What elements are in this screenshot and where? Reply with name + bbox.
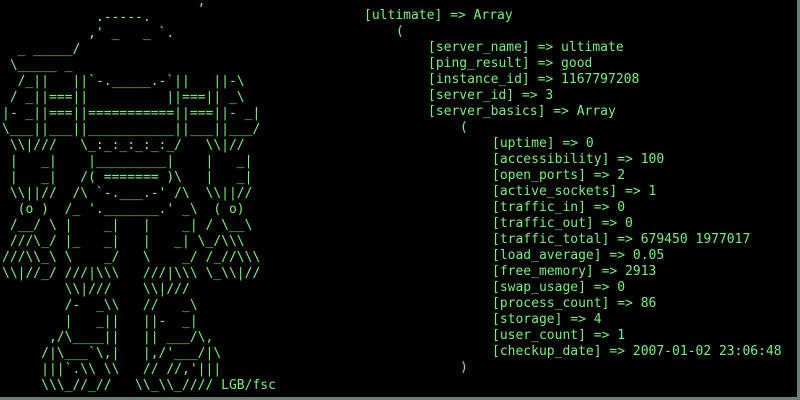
ascii-line: ,' _ _ `. <box>2 26 175 41</box>
ascii-line: \\\_//_// \\_\\_//// LGB/fsc <box>2 378 276 393</box>
basics-load-average: [load_average] => 0.05 <box>492 248 665 263</box>
array-open-paren: ( <box>396 24 404 39</box>
ascii-line: ///\_/ |_ _| | _| \_/\\\ <box>2 234 245 249</box>
ascii-line: / _||===|| ||===|| _\ <box>2 90 245 105</box>
array-dump-output: [ultimate] => Array([server_name] => ult… <box>364 8 782 376</box>
ascii-line: \_____ _ <box>2 58 73 73</box>
basics-open-ports: [open_ports] => 2 <box>492 168 626 183</box>
ascii-line: \\|/// \\|/// <box>2 282 190 297</box>
ascii-line: _ _____/ <box>2 42 81 57</box>
array-field-instance-id: [instance_id] => 1167797208 <box>428 72 640 87</box>
ascii-line: (o ) /_ '._______.' _\ ( o) <box>2 202 245 217</box>
basics-process-count: [process_count] => 86 <box>492 296 657 311</box>
ascii-line: /- _\\ // _\ <box>2 298 198 313</box>
array-field-server-id: [server_id] => 3 <box>428 88 554 103</box>
basics-traffic-in: [traffic_in] => 0 <box>492 200 626 215</box>
basics-accessibility: [accessibility] => 100 <box>492 152 665 167</box>
ascii-line: \___||___||___________||___||___/ <box>2 122 261 137</box>
basics-uptime: [uptime] => 0 <box>492 136 594 151</box>
basics-open-paren: ( <box>460 120 468 135</box>
basics-traffic-total: [traffic_total] => 679450 1977017 <box>492 232 751 247</box>
basics-close-paren: ) <box>460 360 468 375</box>
basics-free-memory: [free_memory] => 2913 <box>492 264 657 279</box>
ascii-line: .-----. <box>2 10 151 25</box>
ascii-line: | _| |_________| | _| <box>2 154 253 169</box>
ascii-line: ,/\____|| || ___/\, <box>2 330 214 345</box>
ascii-line: \\|/// \_:_:_:_:_:_/ \\|// <box>2 138 245 153</box>
basics-checkup-date: [checkup_date] => 2007-01-02 23:06:48 <box>492 344 782 359</box>
ascii-line: /__/ \ | _| | _| / \__\ <box>2 218 253 233</box>
basics-storage: [storage] => 4 <box>492 312 602 327</box>
ascii-line: ///\\_\ \ _/ \ _/ /_//\\\ <box>2 250 261 265</box>
ascii-line: |||`.\\ \\ // //,'||| <box>2 362 222 377</box>
ascii-line: | _|| ||- _| <box>2 314 198 329</box>
basics-swap-usage: [swap_usage] => 0 <box>492 280 626 295</box>
array-field-ping-result: [ping_result] => good <box>428 56 593 71</box>
ascii-line: \\|//_/ ///|\\\ ///|\\\ \_\\|// <box>2 266 261 281</box>
basics-traffic-out: [traffic_out] => 0 <box>492 216 633 231</box>
ascii-line: /|\___`\,| |,/'___/|\ <box>2 346 222 361</box>
ascii-art-robot: ,' .-----. ,' _ _ `. _ _____/ \_____ _ /… <box>2 0 276 394</box>
array-header: [ultimate] => Array <box>364 8 513 23</box>
basics-user-count: [user_count] => 1 <box>492 328 626 343</box>
array-field-server-name: [server_name] => ultimate <box>428 40 624 55</box>
terminal-window: ,' .-----. ,' _ _ `. _ _____/ \_____ _ /… <box>0 0 800 400</box>
basics-active-sockets: [active_sockets] => 1 <box>492 184 657 199</box>
ascii-line: ,' <box>2 0 214 9</box>
ascii-line: \\||// /\ `-.___.-' /\ \\||// <box>2 186 253 201</box>
ascii-line: |- _||===||===========||===||- _| <box>2 106 261 121</box>
array-field-server-basics: [server_basics] => Array <box>428 104 616 119</box>
ascii-line: | _| /( ======= )\ | _| <box>2 170 253 185</box>
ascii-line: /_|| ||`-._____.-`|| ||-\ <box>2 74 245 89</box>
